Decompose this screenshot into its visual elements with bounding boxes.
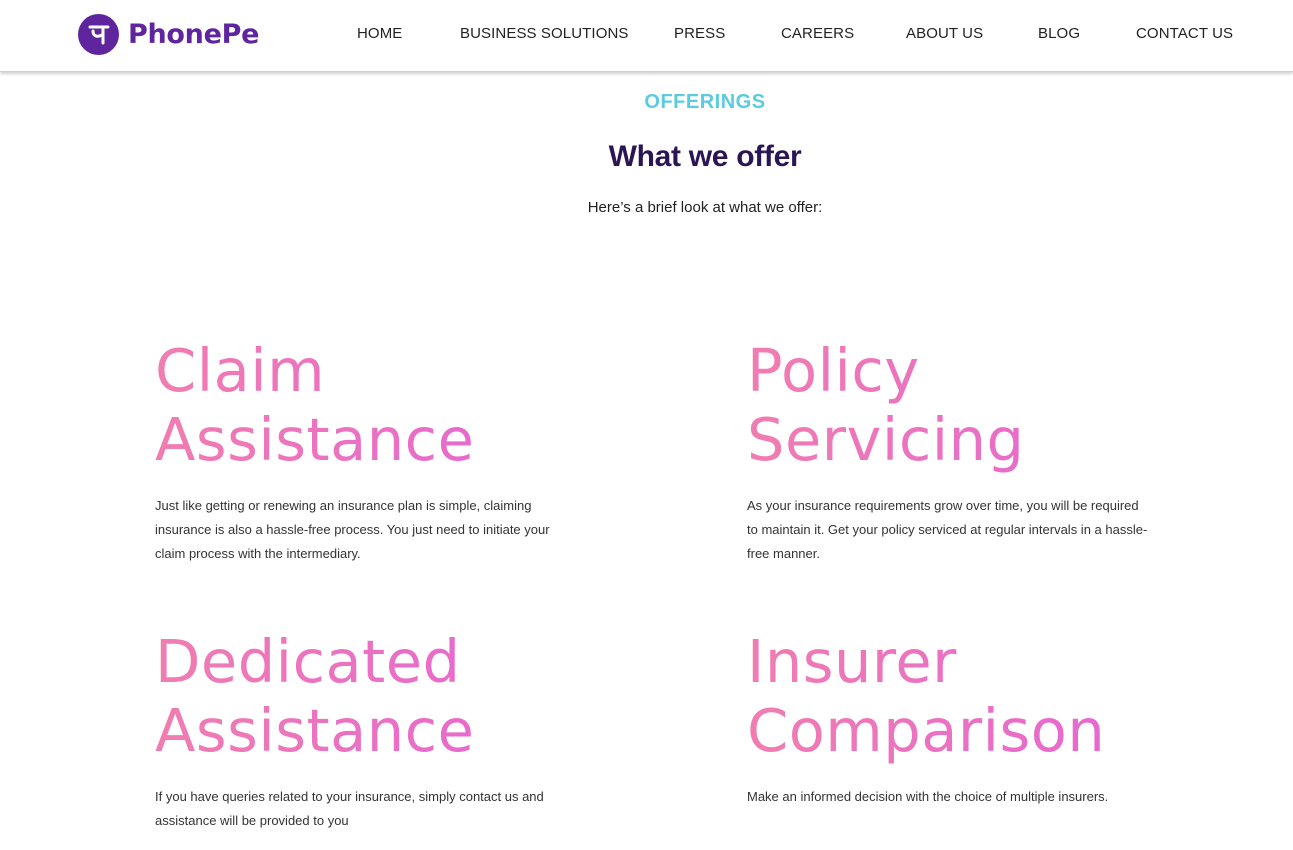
offering-title-line2: Servicing xyxy=(747,405,1025,474)
main-nav: HOME BUSINESS SOLUTIONS PRESS CAREERS AB… xyxy=(0,25,1293,47)
offering-title-line2: Assistance xyxy=(155,405,475,474)
offering-title: Dedicated Assistance xyxy=(155,627,575,765)
nav-press[interactable]: PRESS xyxy=(674,25,725,42)
section-subtitle: Here’s a brief look at what we offer: xyxy=(587,199,823,216)
offering-insurer-comparison: Insurer Comparison Make an informed deci… xyxy=(747,627,1167,809)
nav-about-us[interactable]: ABOUT US xyxy=(906,25,983,42)
section-title: What we offer xyxy=(608,140,802,173)
offering-dedicated-assistance: Dedicated Assistance If you have queries… xyxy=(155,627,575,833)
offering-description: If you have queries related to your insu… xyxy=(155,789,544,828)
offering-title-line2: Comparison xyxy=(747,696,1106,765)
offering-title-line1: Policy xyxy=(747,336,920,405)
nav-home[interactable]: HOME xyxy=(357,25,402,42)
offering-title-line2: Assistance xyxy=(155,696,475,765)
offering-description: Just like getting or renewing an insuran… xyxy=(155,498,550,561)
offering-title: Policy Servicing xyxy=(747,336,1167,474)
nav-blog[interactable]: BLOG xyxy=(1038,25,1080,42)
offering-title-line1: Insurer xyxy=(747,627,957,696)
nav-business-solutions[interactable]: BUSINESS SOLUTIONS xyxy=(460,25,629,42)
offering-title-line1: Dedicated xyxy=(155,627,461,696)
site-header: PhonePe HOME BUSINESS SOLUTIONS PRESS CA… xyxy=(0,0,1293,72)
offering-title: Insurer Comparison xyxy=(747,627,1167,765)
offering-title-line1: Claim xyxy=(155,336,326,405)
offering-title: Claim Assistance xyxy=(155,336,575,474)
offering-policy-servicing: Policy Servicing As your insurance requi… xyxy=(747,336,1167,566)
offering-claim-assistance: Claim Assistance Just like getting or re… xyxy=(155,336,575,566)
nav-contact-us[interactable]: CONTACT US xyxy=(1136,25,1233,42)
offering-description: Make an informed decision with the choic… xyxy=(747,789,1109,804)
nav-careers[interactable]: CAREERS xyxy=(781,25,854,42)
section-eyebrow: OFFERINGS xyxy=(644,91,766,113)
offering-description: As your insurance requirements grow over… xyxy=(747,498,1148,561)
